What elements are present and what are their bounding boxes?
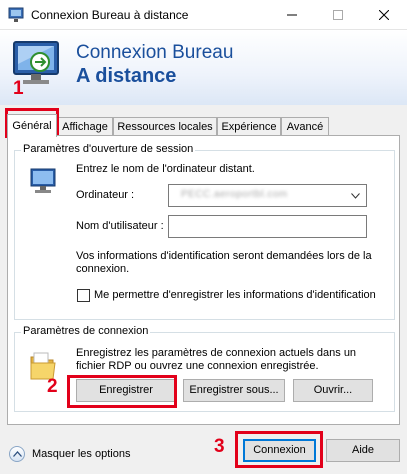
connect-button[interactable]: Connexion	[243, 439, 316, 462]
tab-general[interactable]: Général	[7, 114, 57, 137]
chevron-down-icon	[351, 193, 360, 199]
username-input[interactable]	[168, 215, 367, 238]
tab-advanced[interactable]: Avancé	[281, 117, 329, 136]
banner-title-line2: A distance	[76, 65, 177, 87]
logon-group-title: Paramètres d'ouverture de session	[21, 143, 196, 155]
tab-label: Ressources locales	[117, 121, 213, 133]
maximize-icon	[333, 10, 343, 20]
annotation-step-1: 1	[13, 78, 24, 99]
connection-settings-group: Paramètres de connexion Enregistrez les …	[14, 325, 395, 412]
tab-label: Expérience	[221, 121, 277, 133]
general-tab-panel: Paramètres d'ouverture de session Entrez…	[7, 135, 400, 425]
banner-title-line1: Connexion Bureau	[76, 42, 234, 63]
remember-credentials-label[interactable]: Me permettre d'enregistrer les informati…	[94, 289, 376, 301]
collapse-options-icon[interactable]	[9, 446, 25, 462]
hide-options-link[interactable]: Masquer les options	[32, 448, 130, 460]
help-button[interactable]: Aide	[326, 439, 400, 462]
tab-label: Affichage	[62, 121, 108, 133]
title-bar: Connexion Bureau à distance	[0, 0, 407, 30]
close-icon	[379, 10, 389, 20]
computer-combobox[interactable]: PECC.aeroportbl.com	[168, 184, 367, 207]
save-button[interactable]: Enregistrer	[76, 379, 176, 402]
save-as-button[interactable]: Enregistrer sous...	[183, 379, 285, 402]
connection-description-text: Enregistrez les paramètres de connexion …	[76, 347, 357, 372]
minimize-icon	[287, 14, 297, 16]
connection-group-title: Paramètres de connexion	[21, 325, 151, 337]
window-title: Connexion Bureau à distance	[31, 8, 189, 22]
computer-prompt-text: Entrez le nom de l'ordinateur distant.	[76, 163, 255, 175]
remote-desktop-app-icon	[8, 7, 24, 22]
tab-experience[interactable]: Expérience	[217, 117, 281, 136]
logon-settings-group: Paramètres d'ouverture de session Entrez…	[14, 143, 395, 320]
close-button[interactable]	[361, 0, 407, 30]
annotation-step-3: 3	[214, 436, 225, 457]
minimize-button[interactable]	[269, 0, 315, 30]
open-button[interactable]: Ouvrir...	[293, 379, 373, 402]
remember-credentials-checkbox[interactable]	[77, 289, 90, 302]
tab-label: Avancé	[286, 121, 324, 133]
maximize-button[interactable]	[315, 0, 361, 30]
tab-label: Général	[12, 120, 52, 132]
chevron-up-icon	[13, 451, 22, 457]
credentials-info-text: Vos informations d'identification seront…	[76, 250, 372, 275]
computer-icon	[30, 168, 56, 193]
tab-display[interactable]: Affichage	[57, 117, 113, 136]
computer-label: Ordinateur :	[76, 189, 135, 201]
banner: Connexion Bureau A distance	[0, 30, 407, 105]
annotation-step-2: 2	[47, 376, 58, 397]
computer-value: PECC.aeroportbl.com	[181, 189, 288, 200]
tab-local-resources[interactable]: Ressources locales	[113, 117, 217, 136]
username-label: Nom d'utilisateur :	[76, 220, 164, 232]
